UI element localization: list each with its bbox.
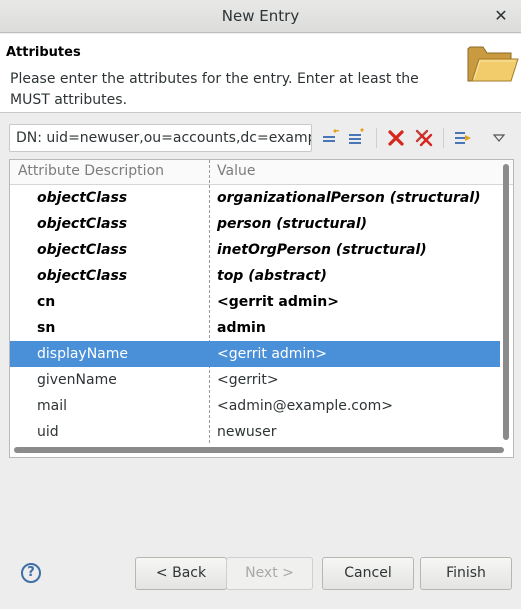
close-icon[interactable]: ✕ (493, 6, 509, 26)
attribute-cell: displayName (37, 346, 129, 362)
view-menu-icon[interactable] (488, 127, 510, 149)
next-button: Next > (226, 557, 313, 590)
dn-field[interactable]: DN: uid=newuser,ou=accounts,dc=example,d… (9, 124, 312, 152)
folder-icon (467, 46, 519, 82)
title-bar: New Entry ✕ (0, 0, 521, 33)
attribute-cell: objectClass (37, 242, 128, 258)
new-value-icon[interactable] (345, 127, 367, 149)
value-cell: inetOrgPerson (structural) (217, 242, 427, 258)
attribute-cell: cn (37, 294, 56, 310)
cancel-button[interactable]: Cancel (322, 557, 414, 590)
toolbar-separator (376, 128, 377, 148)
value-cell: <gerrit admin> (217, 346, 327, 362)
toolbar-separator (443, 128, 444, 148)
back-button[interactable]: < Back (135, 557, 227, 590)
vertical-scrollbar[interactable] (503, 164, 509, 440)
value-cell: <gerrit admin> (217, 294, 339, 310)
page-title: Attributes (6, 45, 81, 60)
table-row[interactable]: mail <admin@example.com> (10, 393, 500, 419)
attribute-cell: objectClass (37, 216, 128, 232)
delete-all-icon[interactable] (413, 127, 435, 149)
attributes-table[interactable]: Attribute Description Value objectClass … (9, 159, 514, 458)
column-header-value[interactable]: Value (217, 163, 255, 179)
table-row[interactable]: sn admin (10, 315, 500, 341)
wizard-header: Attributes Please enter the attributes f… (0, 34, 521, 113)
attribute-cell: givenName (37, 372, 117, 388)
value-cell: organizationalPerson (structural) (217, 190, 481, 206)
table-row[interactable]: uid newuser (10, 419, 500, 445)
value-cell: admin (217, 320, 266, 336)
table-row[interactable]: objectClass top (abstract) (10, 263, 500, 289)
value-cell: newuser (217, 424, 277, 440)
value-cell: top (abstract) (217, 268, 327, 284)
table-row[interactable]: givenName <gerrit> (10, 367, 500, 393)
attribute-cell: mail (37, 398, 67, 414)
window-title: New Entry (221, 7, 300, 25)
table-row[interactable]: cn <gerrit admin> (10, 289, 500, 315)
attribute-cell: uid (37, 424, 59, 440)
new-attribute-icon[interactable] (319, 127, 341, 149)
horizontal-scrollbar[interactable] (14, 447, 504, 453)
attribute-cell: objectClass (37, 268, 128, 284)
value-cell: <gerrit> (217, 372, 279, 388)
table-row[interactable]: objectClass person (structural) (10, 211, 500, 237)
attribute-cell: objectClass (37, 190, 128, 206)
value-cell: person (structural) (217, 216, 368, 232)
table-header: Attribute Description Value (10, 160, 513, 185)
finish-button[interactable]: Finish (420, 557, 512, 590)
column-header-attribute[interactable]: Attribute Description (18, 163, 164, 179)
table-row-selected[interactable]: displayName <gerrit admin> (10, 341, 500, 367)
show-operational-attributes-icon[interactable] (452, 127, 474, 149)
page-description: Please enter the attributes for the entr… (10, 71, 419, 108)
table-row[interactable]: objectClass inetOrgPerson (structural) (10, 237, 500, 263)
help-icon[interactable]: ? (21, 563, 41, 583)
delete-value-icon[interactable] (385, 127, 407, 149)
table-row[interactable]: objectClass organizationalPerson (struct… (10, 185, 500, 211)
value-cell: <admin@example.com> (217, 398, 393, 414)
attribute-cell: sn (37, 320, 56, 336)
